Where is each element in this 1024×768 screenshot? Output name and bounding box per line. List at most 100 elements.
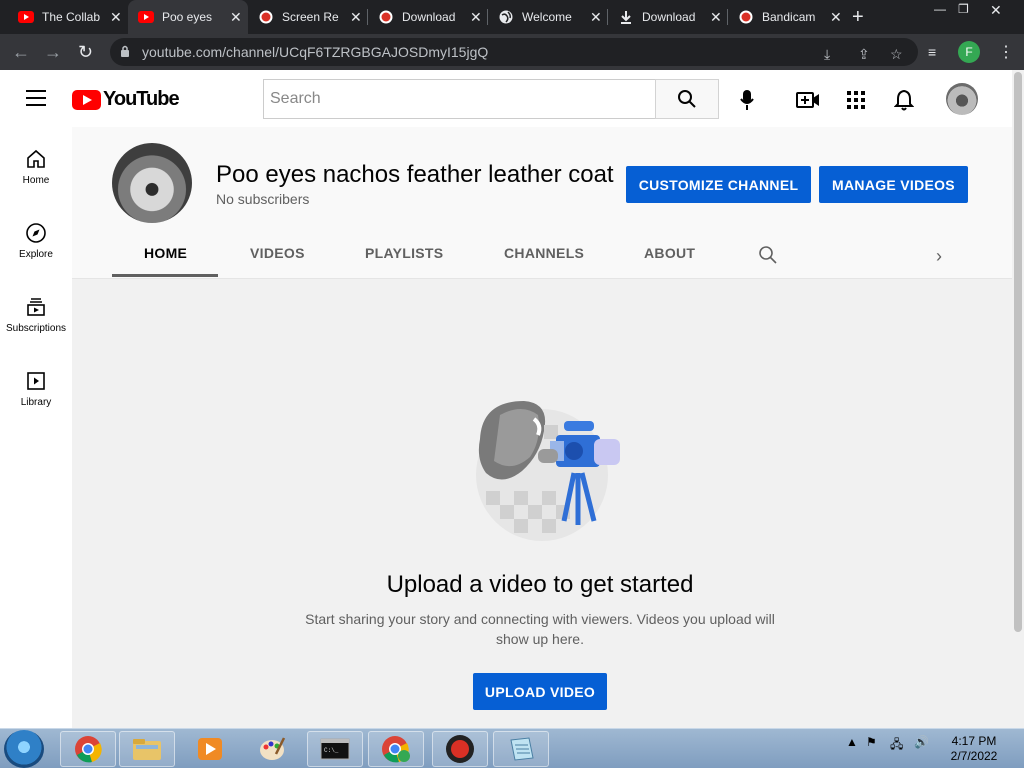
tab-videos[interactable]: VIDEOS xyxy=(250,245,305,261)
chrome-profile-icon xyxy=(382,736,410,763)
manage-videos-button[interactable]: MANAGE VIDEOS xyxy=(819,166,968,203)
create-video-icon[interactable] xyxy=(796,88,820,112)
new-tab-button[interactable]: + xyxy=(852,6,864,29)
network-icon[interactable]: 🖧 xyxy=(890,735,903,756)
apps-grid-icon[interactable] xyxy=(844,88,868,112)
window-close-icon[interactable]: ✕ xyxy=(990,2,1002,19)
volume-icon[interactable]: 🔊 xyxy=(914,735,929,749)
clock-date: 2/7/2022 xyxy=(950,749,998,763)
command-prompt-icon: C:\_ xyxy=(320,738,350,760)
close-icon[interactable]: ✕ xyxy=(110,9,122,26)
upload-video-button[interactable]: UPLOAD VIDEO xyxy=(473,673,607,710)
minimize-icon[interactable]: — xyxy=(934,2,946,16)
restore-icon[interactable]: ❐ xyxy=(958,2,969,16)
sidebar-item-label: Subscriptions xyxy=(5,323,67,334)
notepad-icon xyxy=(510,737,534,761)
install-icon[interactable]: ⤓ xyxy=(824,46,830,63)
chevron-right-icon[interactable]: › xyxy=(936,246,942,267)
menu-icon[interactable] xyxy=(26,90,46,106)
sidebar-item-home[interactable]: Home xyxy=(0,147,72,207)
page-scrollbar[interactable] xyxy=(1012,70,1024,728)
browser-tab-strip: The Collab ✕ Poo eyes ✕ Screen Re ✕ Down… xyxy=(0,0,1024,34)
media-control-icon[interactable]: ≡ xyxy=(928,44,936,60)
close-icon[interactable]: ✕ xyxy=(590,9,602,26)
url-bar[interactable]: youtube.com/channel/UCqF6TZRGBGAJOSDmyI1… xyxy=(110,38,918,66)
microphone-icon[interactable] xyxy=(735,88,759,112)
paint-palette-icon xyxy=(260,737,286,760)
scrollbar-thumb[interactable] xyxy=(1014,72,1022,632)
subscriber-count: No subscribers xyxy=(216,191,310,207)
browser-tab-title: The Collab xyxy=(42,10,101,24)
browser-tab-title: Download xyxy=(642,10,696,24)
taskbar-bandicam[interactable] xyxy=(432,731,488,767)
compass-icon xyxy=(26,223,46,243)
tab-about[interactable]: ABOUT xyxy=(644,245,695,261)
svg-text:C:\_: C:\_ xyxy=(324,747,339,754)
browser-tab[interactable]: The Collab ✕ xyxy=(8,0,128,34)
search-input[interactable]: Search xyxy=(263,79,656,119)
browser-tab-active[interactable]: Poo eyes ✕ xyxy=(128,0,248,34)
taskbar-chrome[interactable] xyxy=(60,731,116,767)
back-icon[interactable]: ← xyxy=(12,42,30,63)
browser-tab[interactable]: Welcome ✕ xyxy=(488,0,608,34)
folder-icon xyxy=(133,739,161,760)
action-center-icon[interactable]: ⚑ xyxy=(866,735,877,749)
library-icon xyxy=(27,372,45,390)
lock-icon xyxy=(121,45,129,57)
sidebar-item-explore[interactable]: Explore xyxy=(0,221,72,281)
taskbar-command-prompt[interactable]: C:\_ xyxy=(307,731,363,767)
youtube-logo-text: YouTube xyxy=(103,88,180,110)
bookmark-star-icon[interactable]: ☆ xyxy=(890,46,903,63)
customize-channel-button[interactable]: CUSTOMIZE CHANNEL xyxy=(626,166,811,203)
notifications-bell-icon[interactable] xyxy=(892,88,916,112)
youtube-sidebar: Home Explore Subscriptions Library xyxy=(0,127,72,728)
browser-tab[interactable]: Bandicam ✕ xyxy=(728,0,848,34)
start-button[interactable] xyxy=(4,730,44,768)
taskbar-chrome-profile[interactable] xyxy=(368,731,424,767)
youtube-logo[interactable]: YouTube xyxy=(72,88,180,111)
close-icon[interactable]: ✕ xyxy=(710,9,722,26)
channel-name: Poo eyes nachos feather leather coat xyxy=(216,161,614,188)
browser-tab-title: Download xyxy=(402,10,456,24)
browser-tab[interactable]: Download ✕ xyxy=(608,0,728,34)
taskbar-media-player[interactable] xyxy=(182,731,238,767)
close-icon[interactable]: ✕ xyxy=(830,9,842,26)
reload-icon[interactable]: ↻ xyxy=(78,42,93,63)
account-avatar[interactable] xyxy=(946,83,978,115)
tab-channels[interactable]: CHANNELS xyxy=(504,245,584,261)
tab-home[interactable]: HOME xyxy=(144,245,187,261)
sidebar-item-label: Home xyxy=(22,175,50,186)
browser-tab[interactable]: Screen Re ✕ xyxy=(248,0,368,34)
media-player-icon xyxy=(198,738,222,760)
share-icon[interactable]: ⇪ xyxy=(858,46,870,63)
record-icon xyxy=(738,9,754,25)
channel-search-icon[interactable] xyxy=(758,245,778,265)
channel-page: Poo eyes nachos feather leather coat No … xyxy=(72,127,1012,728)
channel-tabs: HOME VIDEOS PLAYLISTS CHANNELS ABOUT › xyxy=(112,233,972,277)
system-clock[interactable]: 4:17 PM 2/7/2022 xyxy=(946,734,1002,764)
taskbar-explorer[interactable] xyxy=(119,731,175,767)
browser-tab[interactable]: Download ✕ xyxy=(368,0,488,34)
address-bar-row: ← → ↻ youtube.com/channel/UCqF6TZRGBGAJO… xyxy=(0,34,1024,70)
sidebar-item-library[interactable]: Library xyxy=(0,369,72,429)
close-icon[interactable]: ✕ xyxy=(350,9,362,26)
forward-icon[interactable]: → xyxy=(44,42,62,63)
channel-avatar[interactable] xyxy=(112,143,192,223)
taskbar-notepad[interactable] xyxy=(493,731,549,767)
show-hidden-icons[interactable]: ▲ xyxy=(846,735,858,749)
record-icon xyxy=(258,9,274,25)
active-tab-indicator xyxy=(112,274,218,277)
close-icon[interactable]: ✕ xyxy=(470,9,482,26)
record-icon xyxy=(378,9,394,25)
tab-playlists[interactable]: PLAYLISTS xyxy=(365,245,443,261)
url-text: youtube.com/channel/UCqF6TZRGBGAJOSDmyI1… xyxy=(142,44,489,60)
browser-profile-avatar[interactable]: F xyxy=(958,41,980,63)
browser-menu-icon[interactable]: ⋮ xyxy=(998,42,1014,62)
taskbar-paint[interactable] xyxy=(244,731,300,767)
channel-header: Poo eyes nachos feather leather coat No … xyxy=(72,127,1012,278)
close-icon[interactable]: ✕ xyxy=(230,9,242,26)
home-icon xyxy=(27,149,45,168)
search-button[interactable] xyxy=(655,79,719,119)
sidebar-item-subscriptions[interactable]: Subscriptions xyxy=(0,295,72,355)
browser-tab-title: Bandicam xyxy=(762,10,816,24)
